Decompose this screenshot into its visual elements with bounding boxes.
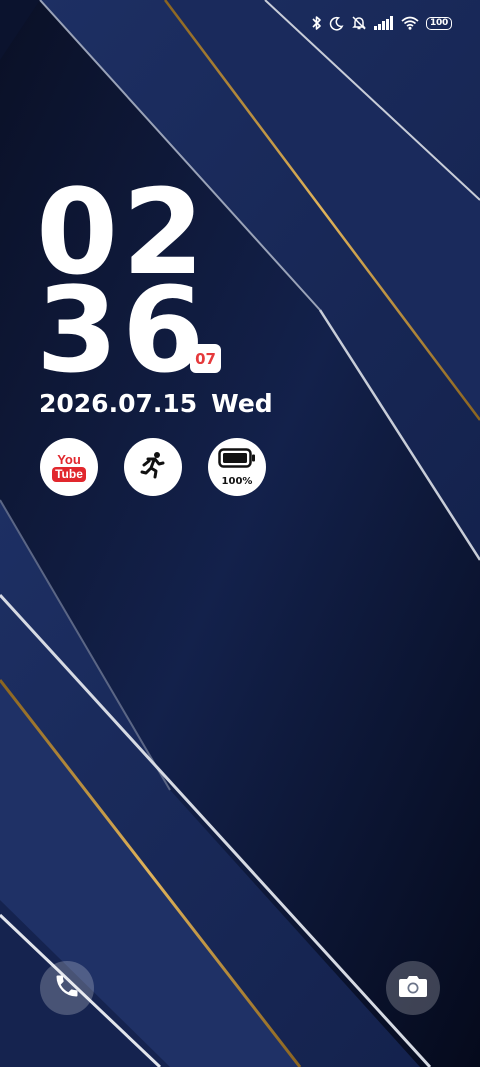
widgets-row: You Tube 100% xyxy=(40,438,266,496)
day-badge: 07 xyxy=(190,344,221,373)
youtube-widget[interactable]: You Tube xyxy=(40,438,98,496)
battery-icon: 100 xyxy=(426,16,452,30)
camera-icon xyxy=(398,973,428,1004)
bell-off-icon xyxy=(351,15,367,31)
battery-icon xyxy=(218,447,256,473)
clock: 02 36 xyxy=(36,173,209,399)
phone-shortcut-button[interactable] xyxy=(40,961,94,1015)
moon-icon xyxy=(329,16,344,31)
youtube-icon: You Tube xyxy=(52,453,86,482)
date-text: 2026.07.15 xyxy=(39,389,198,418)
wallpaper xyxy=(0,0,480,1067)
camera-shortcut-button[interactable] xyxy=(386,961,440,1015)
signal-icon xyxy=(374,16,394,30)
status-bar: 100 xyxy=(312,12,452,34)
youtube-label-you: You xyxy=(57,451,81,467)
phone-icon xyxy=(53,972,81,1005)
fitness-widget[interactable] xyxy=(124,438,182,496)
battery-level-text: 100% xyxy=(221,475,253,487)
battery-widget[interactable]: 100% xyxy=(208,438,266,496)
running-icon xyxy=(138,450,168,485)
weekday-text: Wed xyxy=(211,389,273,418)
clock-minutes: 36 xyxy=(36,261,209,399)
date-line: 2026.07.15 Wed xyxy=(39,389,273,418)
wifi-icon xyxy=(401,16,419,30)
bluetooth-icon xyxy=(312,15,322,31)
lock-screen: 100 02 36 07 2026.07.15 Wed You Tube 100… xyxy=(0,0,480,1067)
youtube-label-tube: Tube xyxy=(52,466,86,482)
